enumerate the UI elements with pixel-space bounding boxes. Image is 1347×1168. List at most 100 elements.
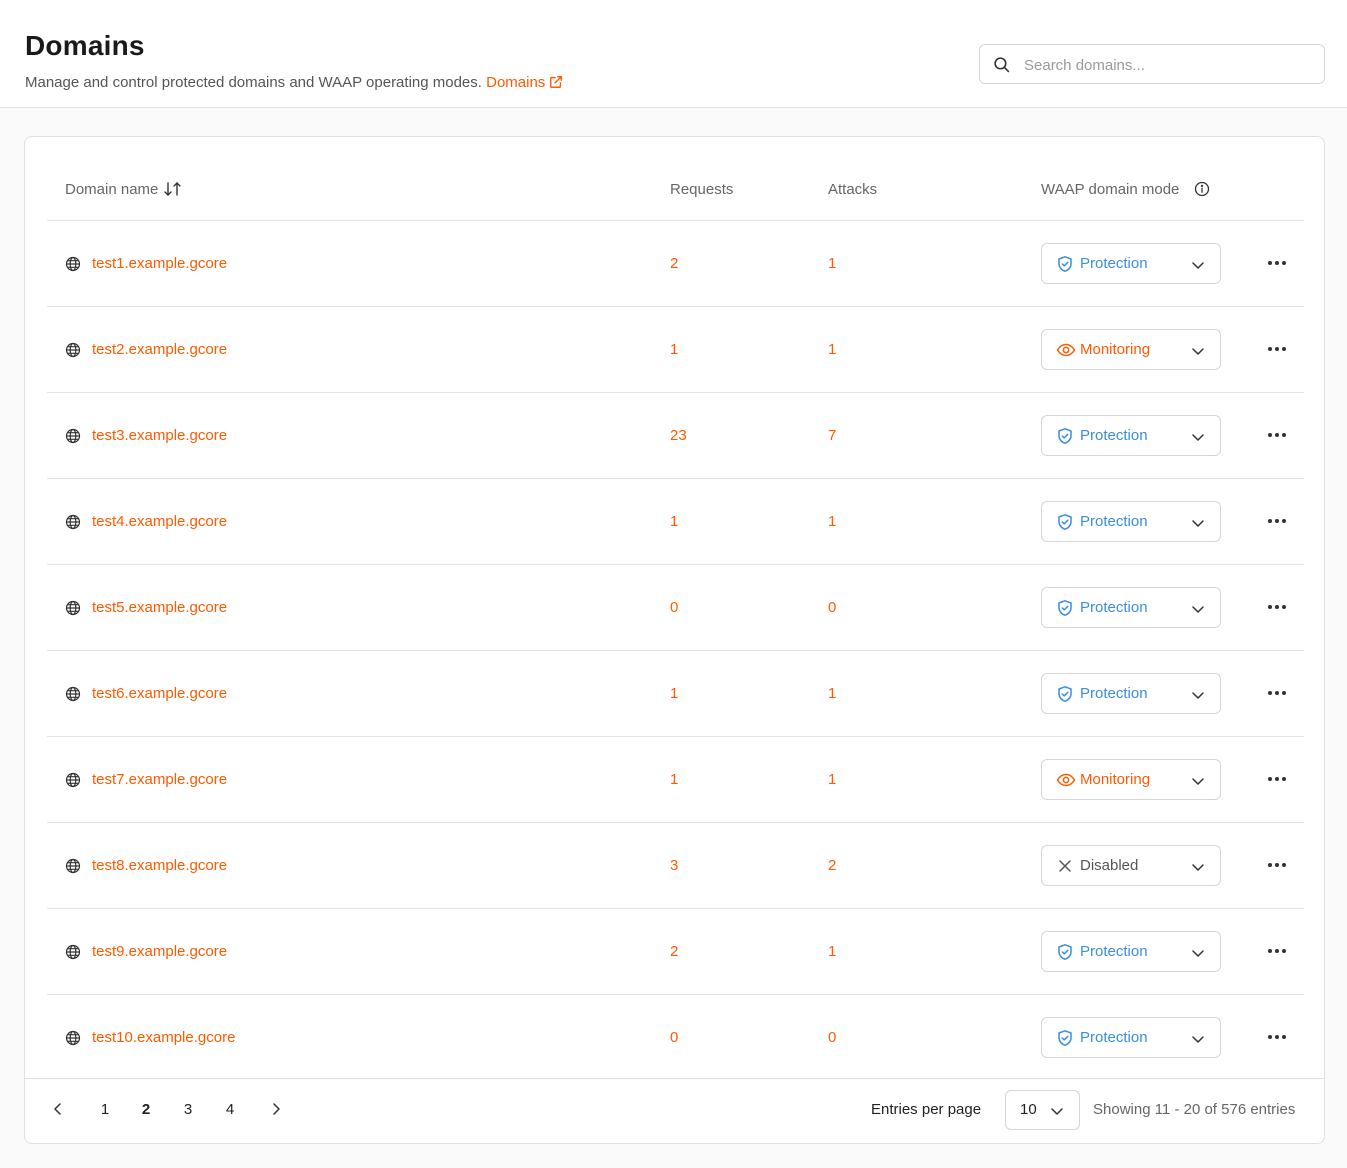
waap-mode-select[interactable]: Protection	[1041, 673, 1221, 714]
column-domain-name[interactable]: Domain name	[65, 181, 183, 198]
shield-icon	[1056, 685, 1074, 708]
requests-count: 0	[670, 1029, 679, 1046]
more-horizontal-icon[interactable]	[1265, 251, 1289, 275]
domain-link[interactable]: test2.example.gcore	[92, 341, 227, 358]
domain-cell: test7.example.gcore	[65, 771, 227, 788]
waap-mode-select[interactable]: Protection	[1041, 931, 1221, 972]
doc-link-label: Domains	[486, 74, 546, 91]
entries-per-page-select[interactable]: 10	[1005, 1090, 1080, 1130]
column-domain-name-label: Domain name	[65, 181, 159, 198]
table-row: test9.example.gcore 2 1 Protection	[47, 909, 1304, 995]
attacks-count: 1	[828, 255, 837, 272]
waap-mode-select[interactable]: Protection	[1041, 415, 1221, 456]
globe-icon	[65, 342, 81, 357]
requests-count: 1	[670, 513, 679, 530]
more-horizontal-icon[interactable]	[1265, 509, 1289, 533]
requests-count: 1	[670, 685, 679, 702]
chevron-down-icon	[1192, 692, 1204, 699]
domain-cell: test5.example.gcore	[65, 599, 227, 616]
search-box[interactable]	[979, 44, 1325, 84]
page-title: Domains	[25, 30, 145, 61]
requests-count: 0	[670, 599, 679, 616]
waap-mode-select[interactable]: Protection	[1041, 1017, 1221, 1058]
chevron-down-icon	[1192, 606, 1204, 613]
pagination-bar: 1 2 3 4 Entries per page 10 Showing 11 -…	[25, 1078, 1324, 1144]
chevron-down-icon	[1051, 1108, 1063, 1115]
more-horizontal-icon[interactable]	[1265, 939, 1289, 963]
page-4[interactable]: 4	[220, 1101, 240, 1118]
more-horizontal-icon[interactable]	[1265, 337, 1289, 361]
requests-count: 3	[670, 857, 679, 874]
domain-link[interactable]: test5.example.gcore	[92, 599, 227, 616]
chevron-down-icon	[1192, 348, 1204, 355]
domain-cell: test10.example.gcore	[65, 1029, 235, 1046]
more-horizontal-icon[interactable]	[1265, 767, 1289, 791]
domain-cell: test3.example.gcore	[65, 427, 227, 444]
search-input[interactable]	[1024, 53, 1314, 77]
requests-count: 2	[670, 255, 679, 272]
next-page-icon[interactable]	[269, 1101, 283, 1117]
column-waap-mode-label: WAAP domain mode	[1041, 181, 1180, 198]
domain-link[interactable]: test8.example.gcore	[92, 857, 227, 874]
domains-doc-link[interactable]: Domains	[486, 74, 563, 91]
domain-link[interactable]: test3.example.gcore	[92, 427, 227, 444]
more-horizontal-icon[interactable]	[1265, 681, 1289, 705]
chevron-down-icon	[1192, 434, 1204, 441]
more-horizontal-icon[interactable]	[1265, 853, 1289, 877]
domains-table-card: Domain name Requests Attacks WAAP domain…	[24, 136, 1325, 1144]
waap-mode-label: Protection	[1080, 943, 1148, 960]
waap-mode-select[interactable]: Protection	[1041, 243, 1221, 284]
attacks-count: 1	[828, 685, 837, 702]
shield-icon	[1056, 513, 1074, 536]
waap-mode-label: Protection	[1080, 513, 1148, 530]
domain-link[interactable]: test9.example.gcore	[92, 943, 227, 960]
shield-icon	[1056, 943, 1074, 966]
table-row: test1.example.gcore 2 1 Protection	[47, 221, 1304, 307]
subtitle-text: Manage and control protected domains and…	[25, 74, 482, 91]
chevron-down-icon	[1192, 864, 1204, 871]
domain-link[interactable]: test1.example.gcore	[92, 255, 227, 272]
shield-icon	[1056, 599, 1074, 622]
table-row: test5.example.gcore 0 0 Protection	[47, 565, 1304, 651]
globe-icon	[65, 944, 81, 959]
page-2[interactable]: 2	[136, 1101, 156, 1118]
page-subtitle: Manage and control protected domains and…	[25, 74, 563, 91]
chevron-down-icon	[1192, 520, 1204, 527]
page-header: Domains Manage and control protected dom…	[0, 0, 1347, 108]
globe-icon	[65, 1030, 81, 1045]
more-horizontal-icon[interactable]	[1265, 595, 1289, 619]
domain-link[interactable]: test7.example.gcore	[92, 771, 227, 788]
domain-link[interactable]: test4.example.gcore	[92, 513, 227, 530]
sort-icon[interactable]	[163, 181, 183, 197]
waap-mode-select[interactable]: Disabled	[1041, 845, 1221, 886]
attacks-count: 0	[828, 599, 837, 616]
waap-mode-select[interactable]: Protection	[1041, 587, 1221, 628]
globe-icon	[65, 686, 81, 701]
entries-per-page-label: Entries per page	[871, 1101, 982, 1118]
waap-mode-label: Protection	[1080, 255, 1148, 272]
page-3[interactable]: 3	[178, 1101, 198, 1118]
eye-icon	[1056, 771, 1076, 794]
globe-icon	[65, 600, 81, 615]
waap-mode-label: Protection	[1080, 599, 1148, 616]
waap-mode-select[interactable]: Monitoring	[1041, 759, 1221, 800]
page-1[interactable]: 1	[95, 1101, 115, 1118]
search-icon	[994, 57, 1010, 73]
shield-icon	[1056, 1029, 1074, 1052]
domain-link[interactable]: test6.example.gcore	[92, 685, 227, 702]
table-row: test8.example.gcore 3 2 Disabled	[47, 823, 1304, 909]
prev-page-icon[interactable]	[51, 1101, 65, 1117]
waap-mode-select[interactable]: Protection	[1041, 501, 1221, 542]
waap-mode-select[interactable]: Monitoring	[1041, 329, 1221, 370]
showing-entries-text: Showing 11 - 20 of 576 entries	[1093, 1101, 1296, 1118]
column-waap-mode: WAAP domain mode	[1041, 181, 1210, 198]
more-horizontal-icon[interactable]	[1265, 1025, 1289, 1049]
info-icon[interactable]	[1194, 181, 1210, 197]
more-horizontal-icon[interactable]	[1265, 423, 1289, 447]
domain-link[interactable]: test10.example.gcore	[92, 1029, 235, 1046]
domain-cell: test6.example.gcore	[65, 685, 227, 702]
waap-mode-label: Protection	[1080, 1029, 1148, 1046]
waap-mode-label: Monitoring	[1080, 341, 1151, 358]
globe-icon	[65, 514, 81, 529]
domain-cell: test8.example.gcore	[65, 857, 227, 874]
